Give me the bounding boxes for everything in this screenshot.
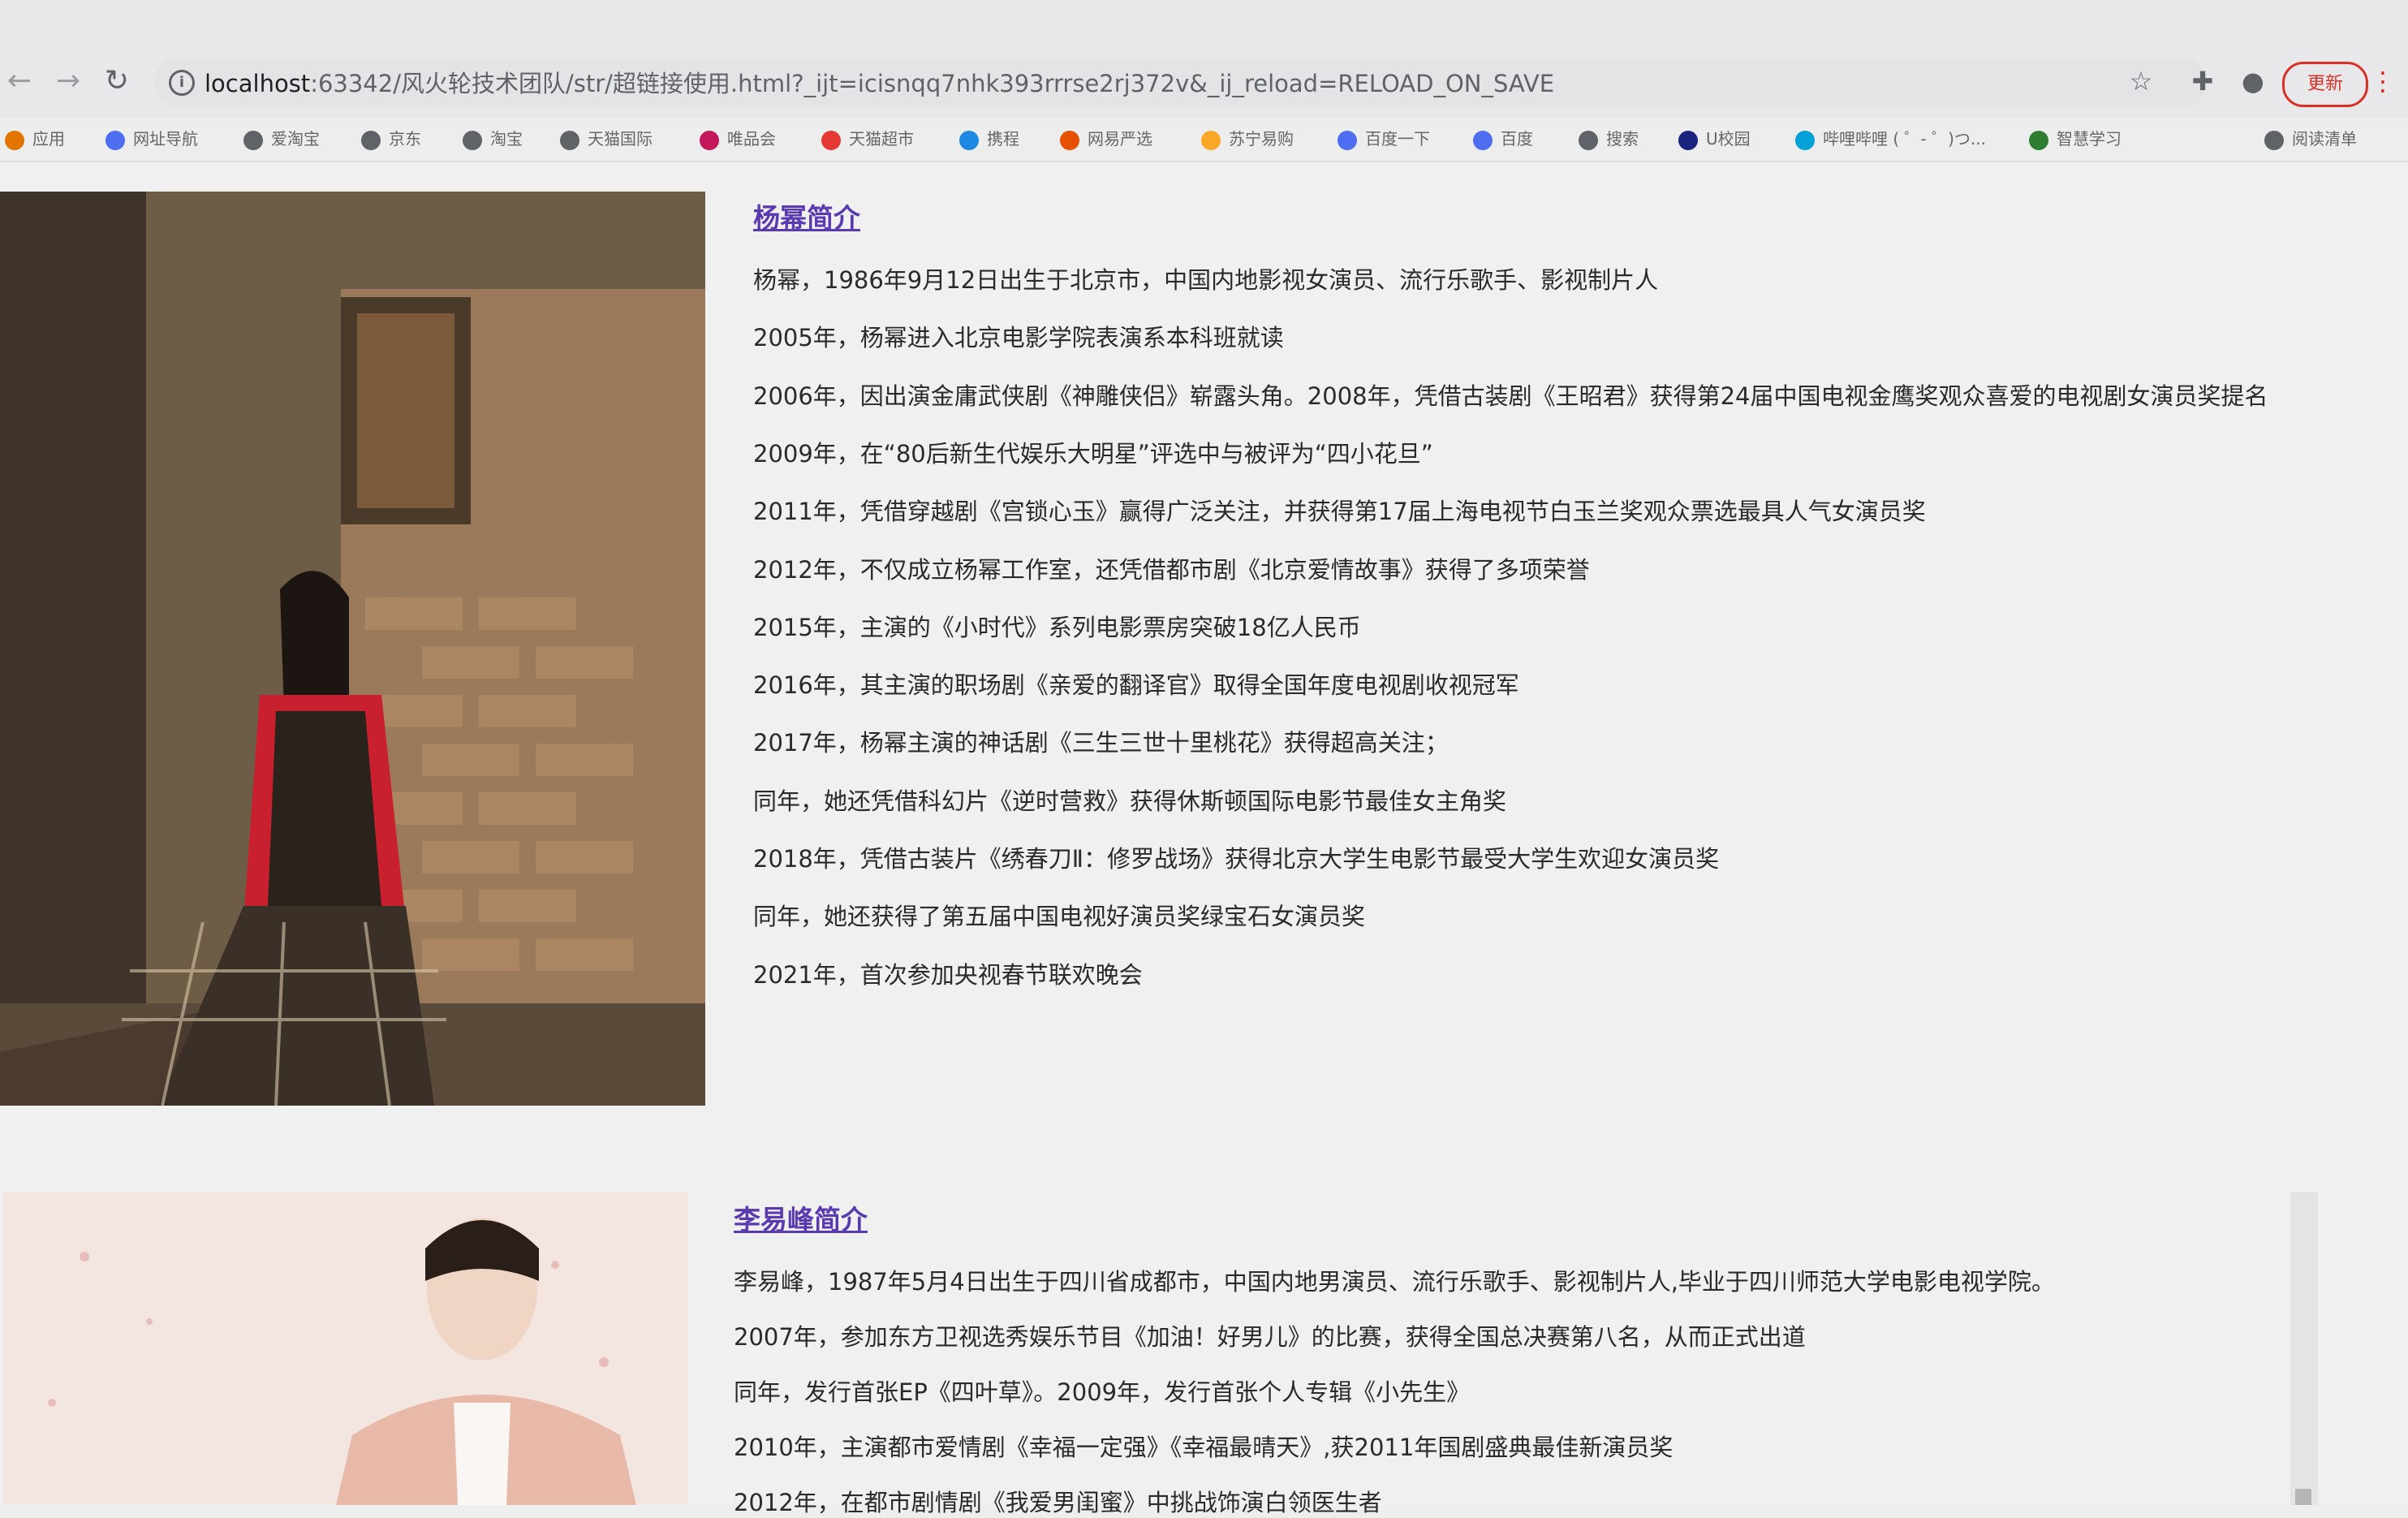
bookmark-item[interactable]: 爱淘宝	[243, 120, 320, 157]
bookmark-label: 苏宁易购	[1229, 129, 1294, 149]
bookmark-item[interactable]: 携程	[959, 120, 1019, 157]
profile-icon[interactable]: ●	[2237, 65, 2269, 97]
bio-line: 2005年，杨幂进入北京电影学院表演系本科班就读	[753, 324, 1284, 352]
bio-line: 同年，她还凭借科幻片《逆时营救》获得休斯顿国际电影节最佳女主角奖	[753, 787, 1507, 815]
bookmark-label: 网址导航	[133, 129, 198, 149]
bookmark-item[interactable]: 智慧学习	[2029, 120, 2122, 157]
bio-line: 2016年，其主演的职场剧《亲爱的翻译官》取得全国年度电视剧收视冠军	[753, 671, 1519, 700]
bookmark-item[interactable]: 苏宁易购	[1201, 120, 1294, 157]
bio-line: 2010年，主演都市爱情剧《幸福一定强》《幸福最晴天》,获2011年国剧盛典最佳…	[734, 1434, 1674, 1461]
globe-icon	[361, 130, 381, 150]
bookmark-item[interactable]: 网易严选	[1060, 120, 1152, 157]
bio-line: 2018年，凭借古装片《绣春刀Ⅱ：修罗战场》获得北京大学生电影节最受大学生欢迎女…	[753, 845, 1720, 873]
bookmark-item[interactable]: 应用	[5, 120, 65, 157]
bio-line: 2017年，杨幂主演的神话剧《三生三世十里桃花》获得超高关注；	[753, 729, 1449, 757]
forward-arrow-icon: →	[55, 64, 81, 97]
bookmark-label: 天猫超市	[849, 129, 914, 149]
bilibili-icon	[1795, 130, 1815, 150]
bookmark-item[interactable]: 天猫超市	[821, 120, 914, 157]
bio-line: 杨幂，1986年9月12日出生于北京市，中国内地影视女演员、流行乐歌手、影视制片…	[753, 266, 1659, 294]
paw-icon	[106, 130, 125, 150]
liyifeng-photo	[3, 1192, 688, 1505]
bio-line: 2011年，凭借穿越剧《宫锁心玉》赢得广泛关注，并获得第17届上海电视节白玉兰奖…	[753, 498, 1926, 526]
bookmark-label: 阅读清单	[2292, 129, 2357, 149]
bookmark-label: 唯品会	[727, 129, 776, 149]
bookmark-item[interactable]: 京东	[361, 120, 421, 157]
bookmark-label: 智慧学习	[2057, 129, 2122, 149]
back-button[interactable]: ←	[2, 63, 37, 99]
url-text[interactable]: localhost:63342/风火轮技术团队/str/超链接使用.html?_…	[205, 65, 1554, 99]
bio-line: 同年，发行首张EP《四叶草》。2009年，发行首张个人专辑《小先生》	[734, 1378, 1471, 1406]
bookmark-label: 应用	[32, 129, 65, 149]
suning-icon	[1201, 130, 1221, 150]
leaf-icon	[2029, 130, 2048, 150]
url-path: :63342/风火轮技术团队/str/超链接使用.html?_ijt=icisn…	[310, 70, 1555, 97]
bio-line: 2021年，首次参加央视春节联欢晚会	[753, 960, 1143, 989]
vip-icon	[700, 130, 719, 150]
bookmark-label: 天猫国际	[588, 129, 653, 149]
site-info-icon[interactable]: i	[169, 70, 195, 96]
liyifeng-photo-illustration	[3, 1192, 688, 1505]
yanxuan-icon	[1060, 130, 1079, 150]
bookmark-label: 哔哩哔哩 ( ゜- ゜)つ...	[1823, 129, 1986, 149]
bookmark-label: 搜索	[1606, 129, 1639, 149]
bio-line: 2015年，主演的《小时代》系列电影票房突破18亿人民币	[753, 613, 1361, 641]
liyifeng-title-link[interactable]: 李易峰简介	[734, 1198, 868, 1237]
bookmark-item[interactable]: 哔哩哔哩 ( ゜- ゜)つ...	[1795, 120, 1986, 157]
globe-icon	[560, 130, 579, 150]
bookmark-label: U校园	[1706, 129, 1751, 149]
url-host: localhost	[205, 70, 311, 97]
bio-line: 2009年，在“80后新生代娱乐大明星”评选中与被评为“四小花旦”	[753, 439, 1433, 468]
extensions-icon[interactable]: ✚	[2186, 65, 2219, 97]
yangmi-photo-illustration	[0, 192, 705, 1106]
bookmark-label: 百度一下	[1365, 129, 1430, 149]
bio-line: 2012年，不仅成立杨幂工作室，还凭借都市剧《北京爱情故事》获得了多项荣誉	[753, 555, 1590, 584]
bookmark-item[interactable]: 搜索	[1579, 120, 1639, 157]
bookmark-item[interactable]: 百度一下	[1338, 120, 1430, 157]
bio-line: 2006年，因出演金庸武侠剧《神雕侠侣》崭露头角。2008年，凭借古装剧《王昭君…	[753, 382, 2268, 410]
bio-line: 2007年，参加东方卫视选秀娱乐节目《加油！好男儿》的比赛，获得全国总决赛第八名…	[734, 1323, 1806, 1351]
bookmark-item[interactable]: U校园	[1678, 120, 1751, 157]
back-arrow-icon: ←	[6, 64, 32, 97]
bookmark-star-icon[interactable]: ☆	[2125, 65, 2157, 97]
page-scrollbar[interactable]	[2290, 1192, 2318, 1505]
bio-line: 同年，她还获得了第五届中国电视好演员奖绿宝石女演员奖	[753, 903, 1366, 931]
paw-icon	[1473, 130, 1493, 150]
bookmark-label: 网易严选	[1088, 129, 1152, 149]
paw-icon	[1338, 130, 1357, 150]
browser-toolbar: ← → ↻ i localhost:63342/风火轮技术团队/str/超链接使…	[0, 0, 2408, 119]
bookmark-label: 爱淘宝	[271, 129, 320, 149]
bookmark-label: 京东	[389, 129, 421, 149]
bookmark-item[interactable]: 阅读清单	[2264, 120, 2357, 157]
yangmi-title-link[interactable]: 杨幂简介	[753, 196, 860, 235]
globe-icon	[243, 130, 263, 150]
bookmark-label: 百度	[1501, 129, 1533, 149]
globe-icon	[1579, 130, 1598, 150]
bio-line: 李易峰，1987年5月4日出生于四川省成都市，中国内地男演员、流行乐歌手、影视制…	[734, 1268, 2055, 1296]
apps-icon	[5, 130, 24, 150]
scrollbar-thumb[interactable]	[2295, 1489, 2311, 1505]
reload-button[interactable]: ↻	[99, 63, 135, 99]
ctrip-icon	[959, 130, 979, 150]
tmall-icon	[821, 130, 841, 150]
bio-line: 2012年，在都市剧情剧《我爱男闺蜜》中挑战饰演白领医生者	[734, 1489, 1382, 1516]
forward-button[interactable]: →	[50, 63, 86, 99]
yangmi-photo	[0, 192, 705, 1106]
globe-icon	[463, 130, 482, 150]
bookmark-label: 淘宝	[490, 129, 523, 149]
menu-icon[interactable]: ⋮	[2370, 65, 2396, 97]
bookmark-label: 携程	[987, 129, 1019, 149]
bookmark-item[interactable]: 网址导航	[106, 120, 198, 157]
bookmark-item[interactable]: 天猫国际	[560, 120, 653, 157]
reload-icon: ↻	[104, 64, 130, 97]
bookmark-item[interactable]: 唯品会	[700, 120, 776, 157]
bookmark-item[interactable]: 百度	[1473, 120, 1533, 157]
bookmark-item[interactable]: 淘宝	[463, 120, 523, 157]
reading-list-icon	[2264, 130, 2284, 150]
update-button[interactable]: 更新	[2282, 62, 2368, 107]
u-icon	[1678, 130, 1698, 150]
